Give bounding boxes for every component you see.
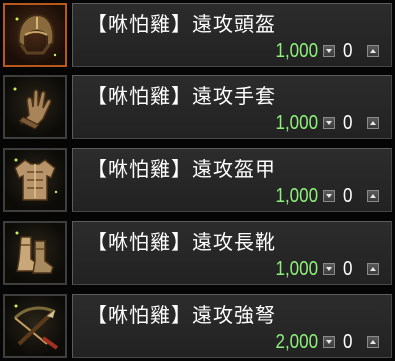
- item-info-panel: 【咻怕雞】遠攻長靴 1,000 0: [72, 221, 392, 285]
- arrow-down-icon: [326, 121, 332, 125]
- quantity-value[interactable]: 0: [343, 185, 352, 208]
- item-icon-slot[interactable]: [3, 148, 67, 212]
- arrow-down-icon: [326, 194, 332, 198]
- quantity-value[interactable]: 0: [343, 258, 352, 281]
- item-info-panel: 【咻怕雞】遠攻頭盔 1,000 0: [72, 3, 392, 67]
- item-name: 【咻怕雞】遠攻長靴: [87, 230, 276, 254]
- shop-item-row[interactable]: 【咻怕雞】遠攻盔甲 1,000 0: [0, 145, 395, 215]
- arrow-down-icon: [326, 267, 332, 271]
- item-name: 【咻怕雞】遠攻盔甲: [87, 157, 276, 181]
- decrease-quantity-button[interactable]: [323, 336, 335, 348]
- item-price: 1,000: [275, 40, 318, 62]
- increase-quantity-button[interactable]: [367, 263, 379, 275]
- arrow-up-icon: [370, 340, 376, 344]
- armor-icon: [14, 158, 58, 201]
- arrow-up-icon: [370, 121, 376, 125]
- item-price: 1,000: [275, 258, 318, 280]
- arrow-down-icon: [326, 49, 332, 53]
- quantity-value[interactable]: 0: [343, 112, 352, 135]
- shop-item-row[interactable]: 【咻怕雞】遠攻頭盔 1,000 0: [0, 0, 395, 70]
- item-name: 【咻怕雞】遠攻手套: [87, 84, 276, 108]
- item-icon-slot[interactable]: [3, 75, 67, 139]
- item-icon-slot[interactable]: [3, 294, 67, 358]
- shop-item-row[interactable]: 【咻怕雞】遠攻長靴 1,000 0: [0, 218, 395, 288]
- item-icon-slot[interactable]: [3, 221, 67, 285]
- increase-quantity-button[interactable]: [367, 190, 379, 202]
- quantity-value[interactable]: 0: [343, 40, 352, 63]
- increase-quantity-button[interactable]: [367, 45, 379, 57]
- item-info-panel: 【咻怕雞】遠攻強弩 2,000 0: [72, 294, 392, 358]
- quantity-value[interactable]: 0: [343, 331, 352, 354]
- decrease-quantity-button[interactable]: [323, 45, 335, 57]
- decrease-quantity-button[interactable]: [323, 190, 335, 202]
- item-info-panel: 【咻怕雞】遠攻盔甲 1,000 0: [72, 148, 392, 212]
- increase-quantity-button[interactable]: [367, 117, 379, 129]
- item-info-panel: 【咻怕雞】遠攻手套 1,000 0: [72, 75, 392, 139]
- item-price: 1,000: [275, 185, 318, 207]
- arrow-up-icon: [370, 49, 376, 53]
- shop-item-row[interactable]: 【咻怕雞】遠攻強弩 2,000 0: [0, 291, 395, 361]
- arrow-down-icon: [326, 340, 332, 344]
- shop-item-row[interactable]: 【咻怕雞】遠攻手套 1,000 0: [0, 72, 395, 142]
- item-icon-slot[interactable]: [3, 3, 67, 67]
- helmet-icon: [15, 13, 57, 57]
- item-name: 【咻怕雞】遠攻強弩: [87, 303, 276, 327]
- decrease-quantity-button[interactable]: [323, 263, 335, 275]
- arrow-up-icon: [370, 267, 376, 271]
- item-name: 【咻怕雞】遠攻頭盔: [87, 12, 276, 36]
- crossbow-icon: [13, 304, 59, 350]
- boots-icon: [15, 231, 54, 274]
- arrow-up-icon: [370, 194, 376, 198]
- increase-quantity-button[interactable]: [367, 336, 379, 348]
- shop-item-list: 【咻怕雞】遠攻頭盔 1,000 0 【咻怕雞】遠攻手套 1,000 0 【咻怕雞…: [0, 0, 395, 361]
- item-price: 2,000: [275, 331, 318, 353]
- decrease-quantity-button[interactable]: [323, 117, 335, 129]
- item-price: 1,000: [275, 112, 318, 134]
- glove-icon: [13, 87, 52, 130]
